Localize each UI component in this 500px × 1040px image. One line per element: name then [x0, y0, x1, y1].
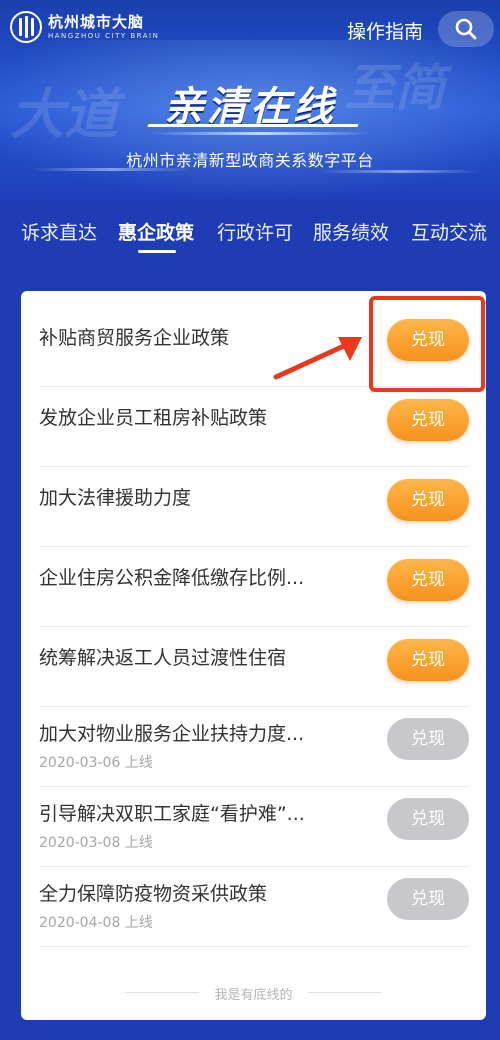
guide-link[interactable]: 操作指南: [347, 17, 423, 44]
policy-row[interactable]: 加大对物业服务企业扶持力度... 2020-03-06 上线 兑现: [39, 707, 469, 787]
list-end-footer: 我是有底线的: [21, 983, 486, 1003]
top-bar: 杭州城市大脑 HANGZHOU CITY BRAIN 操作指南: [0, 0, 500, 58]
policy-row[interactable]: 统筹解决返工人员过渡性住宿 兑现: [39, 627, 469, 707]
policy-title: 引导解决双职工家庭“看护难”...: [39, 803, 305, 825]
tab-appeal[interactable]: 诉求直达: [21, 218, 97, 258]
annotation-highlight-box: [369, 296, 485, 392]
policy-title: 加大法律援助力度: [39, 487, 192, 509]
policy-date: 2020-04-08 上线: [39, 915, 153, 931]
tab-bar: 诉求直达 惠企政策 行政许可 服务绩效 互动交流: [0, 218, 500, 258]
policy-row[interactable]: 引导解决双职工家庭“看护难”... 2020-03-08 上线 兑现: [39, 787, 469, 867]
redeem-button[interactable]: 兑现: [387, 559, 469, 601]
brand-logo[interactable]: 杭州城市大脑 HANGZHOU CITY BRAIN: [10, 11, 159, 43]
redeem-button[interactable]: 兑现: [387, 639, 469, 681]
end-of-list-text: 我是有底线的: [214, 988, 293, 1003]
divider: [308, 992, 382, 993]
tab-performance[interactable]: 服务绩效: [313, 218, 389, 258]
tab-interaction[interactable]: 互动交流: [411, 218, 487, 258]
policy-title: 统筹解决返工人员过渡性住宿: [39, 647, 287, 669]
policy-title: 企业住房公积金降低缴存比例...: [39, 567, 305, 589]
redeem-button-disabled[interactable]: 兑现: [387, 718, 469, 760]
policy-row[interactable]: 加大法律援助力度 兑现: [39, 467, 469, 547]
policy-date: 2020-03-08 上线: [39, 835, 153, 851]
policy-list-card: 补贴商贸服务企业政策 兑现 发放企业员工租房补贴政策 兑现 加大法律援助力度 兑…: [21, 291, 486, 1020]
brand-name-cn: 杭州城市大脑: [48, 13, 145, 31]
active-tab-indicator: [138, 250, 176, 253]
redeem-button-disabled[interactable]: 兑现: [387, 878, 469, 920]
tab-permit[interactable]: 行政许可: [217, 218, 293, 258]
redeem-button[interactable]: 兑现: [387, 399, 469, 441]
brand-text: 杭州城市大脑 HANGZHOU CITY BRAIN: [48, 13, 159, 41]
policy-row[interactable]: 企业住房公积金降低缴存比例... 兑现: [39, 547, 469, 627]
policy-title: 全力保障防疫物资采供政策: [39, 883, 268, 905]
policy-date: 2020-03-06 上线: [39, 755, 153, 771]
policy-row[interactable]: 发放企业员工租房补贴政策 兑现: [39, 387, 469, 467]
title-underline: [147, 124, 359, 127]
light-streak: [150, 132, 370, 135]
policy-title: 发放企业员工租房补贴政策: [39, 407, 268, 429]
policy-title: 加大对物业服务企业扶持力度...: [39, 723, 305, 745]
brand-name-en: HANGZHOU CITY BRAIN: [48, 32, 160, 40]
redeem-button[interactable]: 兑现: [387, 479, 469, 521]
redeem-button-disabled[interactable]: 兑现: [387, 798, 469, 840]
search-icon: [455, 18, 477, 40]
page-subtitle: 杭州市亲清新型政商关系数字平台: [126, 151, 374, 170]
search-button[interactable]: [438, 11, 494, 47]
annotation-arrow-icon: [273, 337, 362, 380]
watermark-left: 大道: [10, 82, 118, 146]
policy-title: 补贴商贸服务企业政策: [39, 327, 230, 349]
policy-row[interactable]: 全力保障防疫物资采供政策 2020-04-08 上线 兑现: [39, 867, 469, 947]
city-brain-logo-icon: [10, 11, 42, 43]
